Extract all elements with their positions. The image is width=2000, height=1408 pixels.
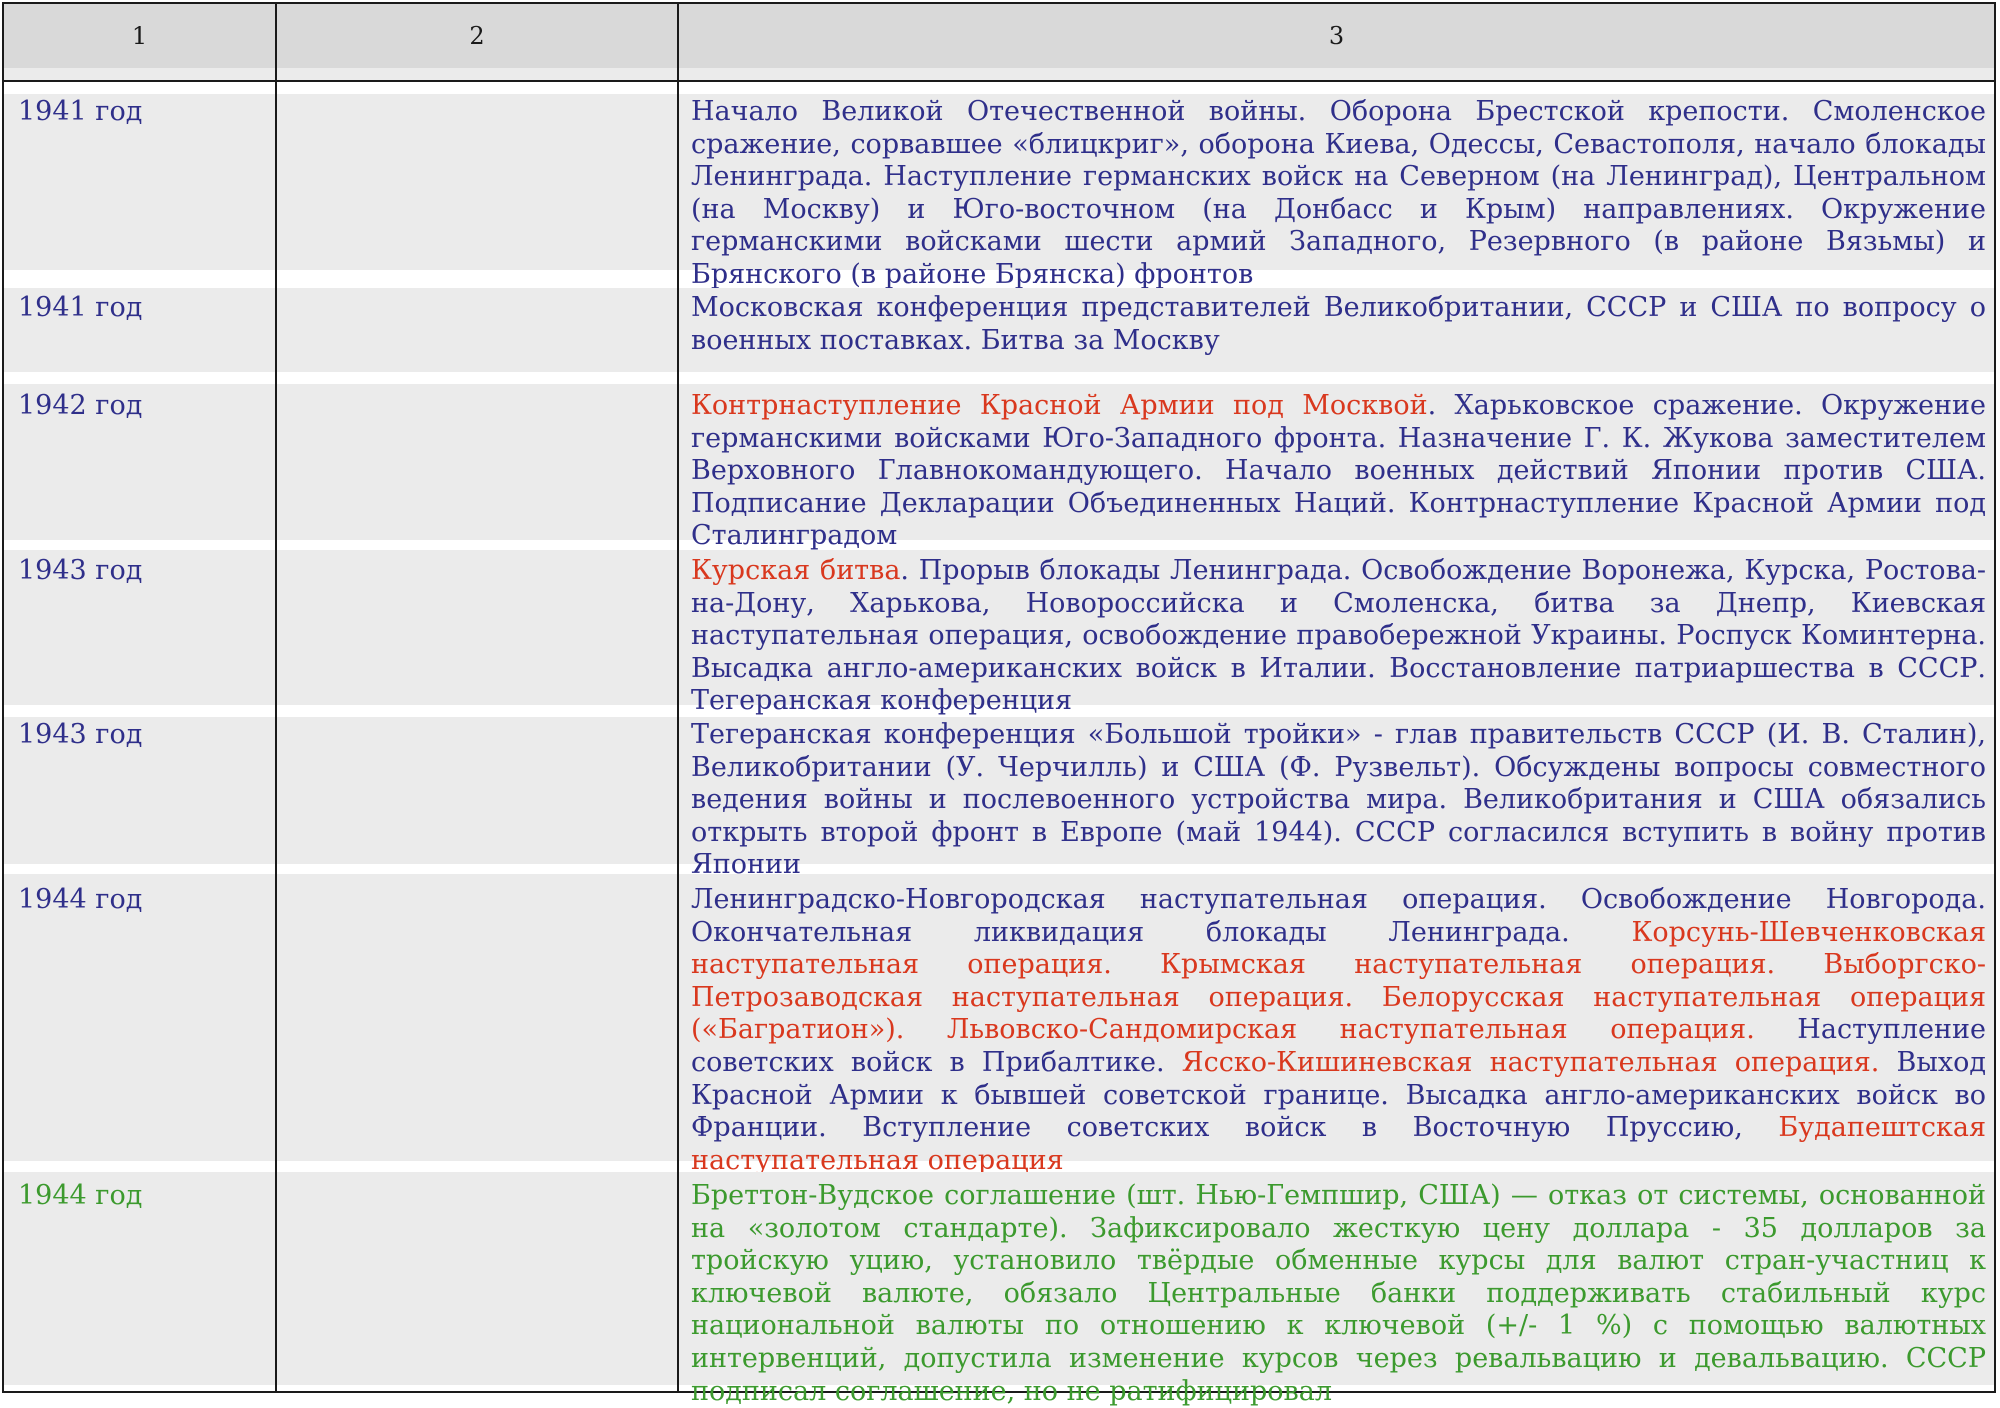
event-text: Начало Великой Отечественной войны. Обор…	[691, 96, 1986, 290]
header-cell-3: 3	[679, 4, 1994, 68]
highlighted-event-text: Курская битва	[691, 555, 901, 586]
year-cell: 1941 год	[18, 96, 143, 127]
year-cell: 1943 год	[18, 555, 143, 586]
event-cell: Курская битва. Прорыв блокады Ленинграда…	[691, 555, 1986, 718]
event-text: Бреттон-Вудское соглашение (шт. Нью-Гемп…	[691, 1180, 1986, 1407]
column-divider-2	[677, 4, 679, 1391]
chronology-table: 1 2 3 1941 год Начало Великой Отечествен…	[2, 2, 1996, 1407]
column-divider-1	[275, 4, 277, 1391]
header-cell-1: 1	[4, 4, 275, 68]
year-cell: 1941 год	[18, 292, 143, 323]
year-cell: 1943 год	[18, 719, 143, 750]
event-cell: Начало Великой Отечественной войны. Обор…	[691, 96, 1986, 292]
event-cell: Тегеранская конференция «Большой тройки»…	[691, 719, 1986, 882]
header-label-2: 2	[469, 22, 485, 50]
event-cell: Ленинградско-Новгородская наступательная…	[691, 884, 1986, 1177]
highlighted-event-text: Контрнаступление Красной Армии под Москв…	[691, 390, 1428, 421]
event-text: Московская конференция представителей Ве…	[691, 292, 1986, 356]
event-cell: Контрнаступление Красной Армии под Москв…	[691, 390, 1986, 553]
event-text: Тегеранская конференция «Большой тройки»…	[691, 719, 1986, 881]
event-cell: Бреттон-Вудское соглашение (шт. Нью-Гемп…	[691, 1180, 1986, 1408]
event-cell: Московская конференция представителей Ве…	[691, 292, 1986, 357]
header-cell-2: 2	[277, 4, 677, 68]
header-label-1: 1	[131, 22, 148, 50]
header-rule	[4, 80, 1994, 82]
header-gray-strip	[4, 68, 1994, 80]
highlighted-event-text: Ясско-Кишиневская наступательная операци…	[1181, 1046, 1880, 1078]
year-cell: 1944 год	[18, 1180, 143, 1211]
year-cell: 1942 год	[18, 390, 143, 421]
header-label-3: 3	[1328, 22, 1345, 50]
year-cell: 1944 год	[18, 884, 143, 915]
